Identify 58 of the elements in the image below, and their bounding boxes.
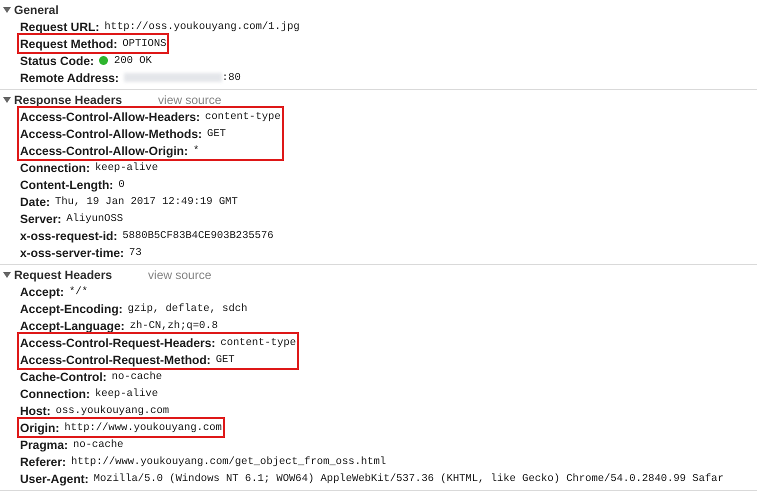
section-title[interactable]: Request Headers	[14, 268, 112, 282]
header-value: Mozilla/5.0 (Windows NT 6.1; WOW64) AppleWebKit/537.36 (KHTML, like Gecko) Chrome/54.0.2840.99 Safar	[94, 472, 724, 484]
header-name: Date:	[20, 194, 50, 208]
header-name: Accept-Encoding:	[20, 302, 123, 316]
header-value: GET	[207, 128, 226, 140]
header-value: *	[193, 144, 200, 156]
header-value: :80	[222, 72, 241, 84]
header-name: Pragma:	[20, 438, 68, 452]
header-name: Content-Length:	[20, 178, 114, 192]
header-value: content-type	[205, 110, 281, 122]
header-value: keep-alive	[95, 162, 158, 174]
header-value: */*	[69, 286, 88, 298]
header-value: zh-CN,zh;q=0.8	[130, 320, 218, 332]
header-value: no-cache	[112, 370, 162, 382]
section-title[interactable]: General	[14, 2, 59, 16]
expanded-triangle-icon[interactable]	[3, 270, 11, 278]
expanded-triangle-icon[interactable]	[3, 96, 11, 104]
header-name: Access-Control-Allow-Headers:	[20, 110, 200, 124]
header-value: AliyunOSS	[66, 212, 124, 224]
header-name: Request Method:	[20, 36, 118, 50]
header-value: 73	[129, 246, 142, 258]
view-source-link[interactable]: view source	[148, 268, 212, 282]
header-name: Accept:	[20, 284, 64, 298]
header-name: Access-Control-Request-Headers:	[20, 336, 216, 350]
section-title[interactable]: Response Headers	[14, 92, 122, 106]
header-name: Access-Control-Allow-Methods:	[20, 126, 202, 140]
header-name: Connection:	[20, 160, 90, 174]
header-name: Access-Control-Request-Method:	[20, 352, 211, 366]
header-name: User-Agent:	[20, 472, 89, 486]
header-value: http://www.youkouyang.com	[64, 422, 222, 434]
header-value: 200 OK	[114, 54, 152, 66]
header-value: content-type	[220, 336, 296, 348]
header-value: keep-alive	[95, 388, 158, 400]
header-name: Server:	[20, 212, 62, 226]
header-value: 0	[118, 178, 125, 190]
header-value: 5880B5CF83B4CE903B235576	[122, 230, 274, 242]
view-source-link[interactable]: view source	[158, 92, 222, 106]
header-name: Access-Control-Allow-Origin:	[20, 144, 188, 158]
header-value: GET	[216, 354, 235, 366]
header-name: Origin:	[20, 420, 60, 434]
header-value: Thu, 19 Jan 2017 12:49:19 GMT	[55, 196, 238, 208]
header-name: Accept-Language:	[20, 318, 125, 332]
header-name: Cache-Control:	[20, 370, 107, 384]
header-value: no-cache	[73, 438, 124, 450]
header-value: gzip, deflate, sdch	[128, 302, 248, 314]
header-name: x-oss-request-id:	[20, 228, 118, 242]
header-value: oss.youkouyang.com	[56, 404, 170, 416]
header-name: x-oss-server-time:	[20, 246, 124, 260]
header-value: OPTIONS	[122, 38, 166, 50]
header-name: Connection:	[20, 386, 90, 400]
header-value: http://www.youkouyang.com/get_object_from_oss.html	[71, 456, 386, 468]
header-name: Host:	[20, 404, 51, 418]
header-name: Status Code:	[20, 54, 94, 68]
header-name: Request URL:	[20, 20, 100, 34]
header-name: Remote Address:	[20, 70, 119, 84]
header-value: http://oss.youkouyang.com/1.jpg	[104, 20, 300, 32]
header-name: Referer:	[20, 454, 66, 468]
expanded-triangle-icon[interactable]	[3, 6, 11, 14]
